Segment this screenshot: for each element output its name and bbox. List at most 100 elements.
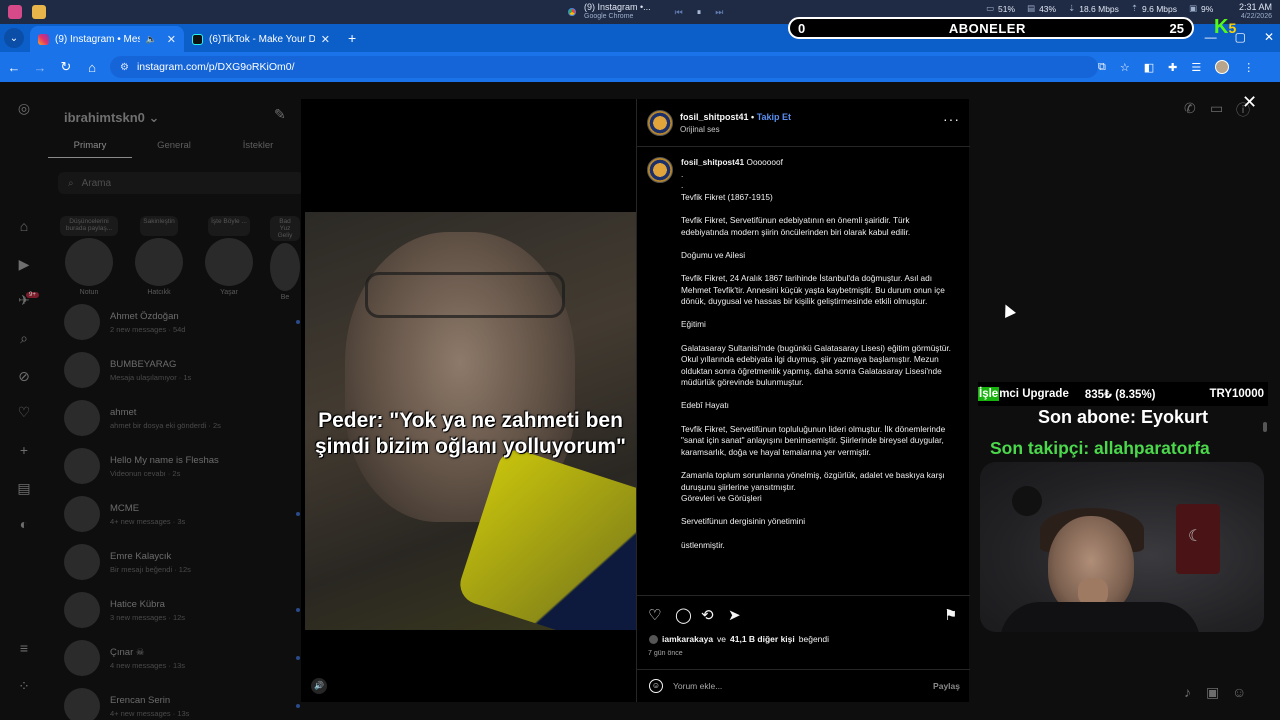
profile-avatar[interactable] <box>1215 60 1230 74</box>
meta-apps-icon[interactable]: ⁘ <box>16 678 32 694</box>
conversation-item[interactable]: Hatice Kübra 3 new messages · 12s <box>64 592 300 628</box>
avatar <box>64 304 100 340</box>
conversation-item[interactable]: Erencan Serin 4+ new messages · 13s <box>64 688 300 720</box>
create-plus-icon[interactable]: + <box>16 442 32 458</box>
tab-label: (9) Instagram • Mesajlar <box>55 33 140 45</box>
likes-others[interactable]: 41,1 B diğer kişi <box>730 634 795 644</box>
forward-icon[interactable]: → <box>28 60 52 75</box>
follow-button[interactable]: Takip Et <box>757 112 791 122</box>
mic-icon[interactable]: ♪ <box>1184 684 1191 700</box>
dm-username[interactable]: ibrahimtskn0 ⌄ <box>64 110 159 126</box>
threads-icon[interactable]: ◐ <box>16 516 32 532</box>
subs-current: 0 <box>798 20 806 36</box>
tab-search-button[interactable]: ⌄ <box>4 28 24 48</box>
download-icon: ⇣ <box>1068 3 1076 13</box>
post-date: 7 gün önce <box>648 650 683 657</box>
bookmark-star-icon[interactable]: ☆ <box>1120 61 1130 74</box>
menu-dots-icon[interactable]: ⋮ <box>1243 61 1254 74</box>
save-bookmark-icon[interactable]: ⚑ <box>944 606 957 624</box>
puzzle-icon[interactable]: ✚ <box>1168 61 1177 74</box>
emoji-icon[interactable]: ☺ <box>649 679 663 693</box>
share-send-icon[interactable]: ➤ <box>728 606 741 624</box>
avatar <box>65 238 113 286</box>
conversation-item[interactable]: Çınar ☠ 4 new messages · 13s <box>64 640 300 676</box>
upgrade-label: mci Upgrade <box>999 388 1069 400</box>
close-tab-icon[interactable]: ✕ <box>167 33 176 46</box>
conversation-item[interactable]: Hello My name is Fleshas Videonun cevabı … <box>64 448 300 484</box>
tab-primary[interactable]: Primary <box>48 140 132 158</box>
dm-search-input[interactable]: ⌕ Arama <box>58 172 304 194</box>
likes-user[interactable]: iamkarakaya <box>662 634 713 644</box>
reading-list-icon[interactable]: ☰ <box>1191 61 1201 74</box>
volume-icon[interactable]: 🔊 <box>311 678 327 694</box>
reels-nav-icon[interactable]: ▶ <box>16 256 32 272</box>
conversation-item[interactable]: BUMBEYARAG Mesaja ulaşılamıyor · 1s <box>64 352 300 388</box>
cast-icon[interactable]: ⧉ <box>1098 61 1106 74</box>
stat-value: 9.6 Mbps <box>1142 3 1178 14</box>
conversation-item[interactable]: Emre Kalaycık Bir mesajı beğendi · 12s <box>64 544 300 580</box>
author-username[interactable]: fosil_shitpost41 <box>680 112 749 122</box>
note-bubble: Bad Yuz Geliy <box>270 216 300 241</box>
caption-gap <box>681 389 957 401</box>
new-tab-button[interactable]: + <box>338 30 366 52</box>
author-avatar[interactable] <box>647 110 673 136</box>
tab-tiktok[interactable]: (6)TikTok - Make Your Day ✕ <box>184 26 338 52</box>
extension-icon[interactable]: ◧ <box>1144 61 1154 74</box>
caption-gap <box>681 458 957 470</box>
app-icon-pink[interactable] <box>8 5 22 19</box>
image-icon[interactable]: ▣ <box>1206 684 1219 701</box>
explore-nav-icon[interactable]: ⊘ <box>16 368 32 384</box>
original-audio-link[interactable]: Orijinal ses <box>680 125 720 134</box>
back-icon[interactable]: ← <box>2 60 26 75</box>
video-call-icon[interactable]: ▭ <box>1210 100 1223 117</box>
dashboard-icon[interactable]: ▤ <box>16 480 32 496</box>
url-text: instagram.com/p/DXG9oRKiOm0/ <box>136 61 295 73</box>
note-item[interactable]: Bad Yuz Geliy Be <box>270 216 300 301</box>
phone-call-icon[interactable]: ✆ <box>1184 100 1196 117</box>
sticker-icon[interactable]: ☺ <box>1232 684 1246 700</box>
likes-summary[interactable]: iamkarakaya ve 41,1 B diğer kişi beğendi <box>649 634 829 644</box>
note-item[interactable]: Düşüncelerini burada paylaş... Notun <box>60 216 118 301</box>
close-window-icon[interactable]: ✕ <box>1264 30 1274 44</box>
conversation-item[interactable]: MCME 4+ new messages · 3s <box>64 496 300 532</box>
note-item[interactable]: Sakinleştin Hatcıkk <box>130 216 188 301</box>
tab-requests[interactable]: İstekler <box>216 140 300 158</box>
compose-icon[interactable]: ✎ <box>274 106 286 123</box>
conv-name: Ahmet Özdoğan <box>110 310 179 322</box>
caption-first-line: Ooooooof <box>746 157 783 167</box>
caption-author-avatar[interactable] <box>647 157 673 183</box>
prev-track-icon[interactable]: ⏮ <box>675 7 683 18</box>
conv-preview: Mesaja ulaşılamıyor · 1s <box>110 372 192 382</box>
like-heart-icon[interactable]: ♡ <box>648 606 661 624</box>
post-comment-button[interactable]: Paylaş <box>933 681 960 691</box>
close-tab-icon[interactable]: ✕ <box>321 33 330 46</box>
home-nav-icon[interactable]: ⌂ <box>16 218 32 234</box>
repost-icon[interactable]: ⟲ <box>701 606 714 624</box>
tab-instagram[interactable]: (9) Instagram • Mesajlar 🔈 ✕ <box>30 26 184 52</box>
home-icon[interactable]: ⌂ <box>80 60 104 75</box>
site-info-icon[interactable]: ⚙ <box>120 62 129 73</box>
caption-username[interactable]: fosil_shitpost41 <box>681 157 744 167</box>
address-bar[interactable]: ⚙ instagram.com/p/DXG9oRKiOm0/ <box>110 56 1098 78</box>
app-icon-yellow[interactable] <box>32 5 46 19</box>
comment-input[interactable]: Yorum ekle... <box>673 681 933 691</box>
pause-icon[interactable]: ⏸ <box>697 7 702 18</box>
reload-icon[interactable]: ↻ <box>54 59 78 75</box>
more-menu-icon[interactable]: ≡ <box>16 640 32 656</box>
system-clock[interactable]: 2:31 AM 4/22/2026 <box>1239 3 1272 21</box>
close-modal-icon[interactable]: ✕ <box>1242 92 1257 113</box>
note-bubble: Düşüncelerini burada paylaş... <box>60 216 118 236</box>
conversation-item[interactable]: ahmet ahmet bir dosya eki gönderdi · 2s <box>64 400 300 436</box>
maximize-icon[interactable]: ▢ <box>1235 30 1246 44</box>
comment-icon[interactable]: ◯ <box>675 606 692 624</box>
more-options-icon[interactable]: ··· <box>943 111 960 127</box>
reel-video[interactable]: Peder: "Yok ya ne zahmeti ben şimdi bizi… <box>305 212 636 630</box>
note-item[interactable]: İşte Böyle ... Yaşar <box>200 216 258 301</box>
instagram-logo-icon[interactable]: ◎ <box>16 100 32 116</box>
tab-general[interactable]: General <box>132 140 216 158</box>
next-track-icon[interactable]: ⏭ <box>715 7 723 18</box>
search-nav-icon[interactable]: ⌕ <box>16 330 32 346</box>
audio-playing-icon[interactable]: 🔈 <box>146 34 157 45</box>
notifications-heart-icon[interactable]: ♡ <box>16 404 32 420</box>
conversation-item[interactable]: Ahmet Özdoğan 2 new messages · 54d <box>64 304 300 340</box>
